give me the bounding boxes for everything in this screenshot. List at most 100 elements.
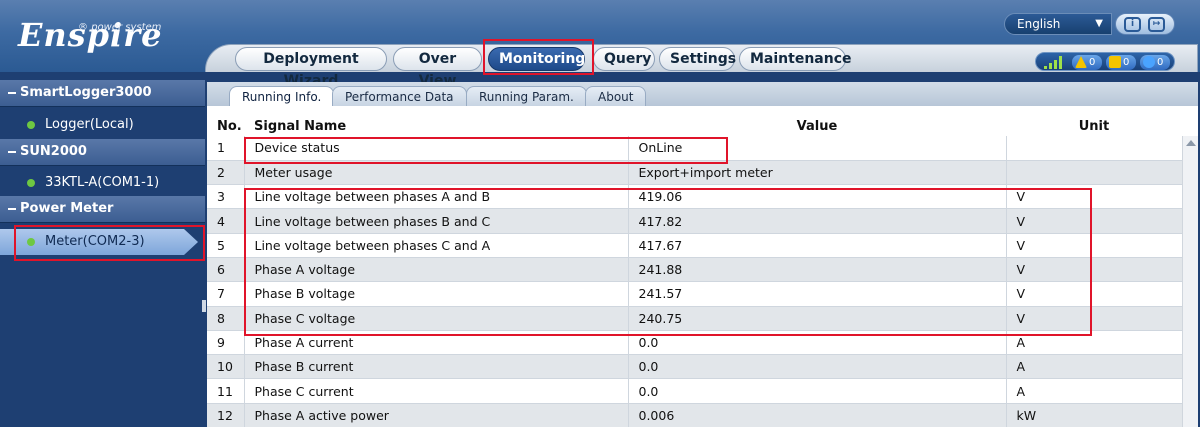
language-select-value: English xyxy=(1017,17,1061,31)
header-icon-group: i ↦ xyxy=(1115,13,1175,35)
cell-unit: V xyxy=(1006,281,1183,307)
table-row: 3 Line voltage between phases A and B 419.… xyxy=(207,184,1183,210)
table-row: 10 Phase B current 0.0 A xyxy=(207,354,1183,380)
subtab-bar: Running Info. Performance Data Running P… xyxy=(207,82,1198,106)
table-row: 6 Phase A voltage 241.88 V xyxy=(207,257,1183,283)
sidebar-item-33ktl[interactable]: 33KTL-A(COM1-1) xyxy=(0,170,205,196)
cell-unit: V xyxy=(1006,184,1183,210)
sidebar-collapse-handle[interactable] xyxy=(202,300,206,312)
tab-deployment-wizard[interactable]: Deployment Wizard xyxy=(235,47,387,89)
subtab-running-param[interactable]: Running Param. xyxy=(466,86,587,106)
language-select[interactable]: English ▼ xyxy=(1004,13,1112,35)
cell-signal-name: Line voltage between phases A and B xyxy=(244,184,629,210)
scroll-up-arrow-icon[interactable] xyxy=(1186,140,1196,146)
cell-signal-name: Line voltage between phases C and A xyxy=(244,233,629,258)
status-online-icon xyxy=(27,121,35,129)
major-alarm-indicator[interactable]: 0 xyxy=(1072,55,1102,70)
cell-signal-name: Phase B current xyxy=(244,354,629,380)
cell-unit: A xyxy=(1006,354,1183,380)
cell-value: 417.67 xyxy=(628,233,1007,258)
cell-signal-name: Meter usage xyxy=(244,160,629,186)
cell-unit: V xyxy=(1006,233,1183,258)
sidebar-group-sun2000[interactable]: SUN2000 xyxy=(0,139,205,166)
sidebar-group-smartlogger[interactable]: SmartLogger3000 xyxy=(0,80,205,107)
cell-no: 12 xyxy=(207,403,245,427)
cell-signal-name: Phase C voltage xyxy=(244,306,629,331)
cell-unit: A xyxy=(1006,330,1183,356)
tab-maintenance[interactable]: Maintenance xyxy=(739,47,852,71)
tab-monitoring[interactable]: Monitoring xyxy=(488,47,585,71)
table-header-row: No. Signal Name Value Unit xyxy=(207,116,1182,136)
cell-no: 9 xyxy=(207,330,245,356)
collapse-minus-icon xyxy=(8,91,16,94)
exclamation-icon xyxy=(1109,56,1121,68)
collapse-minus-icon xyxy=(8,150,16,153)
top-header: Enspire ® power system English ▼ i ↦ Dep… xyxy=(0,0,1200,89)
logout-icon[interactable]: ↦ xyxy=(1148,17,1165,32)
cell-signal-name: Device status xyxy=(244,136,629,161)
table-scrollbar[interactable] xyxy=(1182,136,1198,427)
sidebar-item-meter[interactable]: Meter(COM2-3) xyxy=(0,229,198,255)
info-circle-icon xyxy=(1143,56,1155,68)
cell-value: Export+import meter xyxy=(628,160,1007,186)
cell-unit: V xyxy=(1006,306,1183,331)
table-row: 11 Phase C current 0.0 A xyxy=(207,378,1183,404)
table-row: 8 Phase C voltage 240.75 V xyxy=(207,306,1183,331)
tab-over-view[interactable]: Over View xyxy=(393,47,482,89)
cell-signal-name: Phase A voltage xyxy=(244,257,629,283)
signal-strength-icon xyxy=(1044,56,1066,69)
subtab-performance-data[interactable]: Performance Data xyxy=(332,86,467,106)
cell-signal-name: Phase B voltage xyxy=(244,281,629,307)
chevron-down-icon: ▼ xyxy=(1095,18,1103,29)
cell-value: 419.06 xyxy=(628,184,1007,210)
cell-no: 7 xyxy=(207,281,245,307)
cell-unit xyxy=(1006,160,1183,186)
status-online-icon xyxy=(27,179,35,187)
sidebar-item-logger-local[interactable]: Logger(Local) xyxy=(0,112,205,138)
column-header-no: No. xyxy=(207,116,244,136)
cell-no: 4 xyxy=(207,208,245,234)
minor-alarm-indicator[interactable]: 0 xyxy=(1106,55,1136,70)
info-icon[interactable]: i xyxy=(1124,17,1141,32)
cell-signal-name: Phase C current xyxy=(244,378,629,404)
subtab-about[interactable]: About xyxy=(585,86,647,106)
cell-no: 10 xyxy=(207,354,245,380)
table-row: 9 Phase A current 0.0 A xyxy=(207,330,1183,356)
cell-value: 241.57 xyxy=(628,281,1007,307)
sidebar-group-power-meter[interactable]: Power Meter xyxy=(0,196,205,223)
cell-no: 8 xyxy=(207,306,245,331)
cell-value: 241.88 xyxy=(628,257,1007,283)
status-online-icon xyxy=(27,238,35,246)
table-row: 5 Line voltage between phases C and A 417.… xyxy=(207,233,1183,258)
cell-unit: V xyxy=(1006,257,1183,283)
table-row: 7 Phase B voltage 241.57 V xyxy=(207,281,1183,307)
tab-settings[interactable]: Settings xyxy=(659,47,736,71)
cell-value: 240.75 xyxy=(628,306,1007,331)
device-sidebar: SmartLogger3000 Logger(Local) SUN2000 33… xyxy=(0,72,205,427)
cell-signal-name: Line voltage between phases B and C xyxy=(244,208,629,234)
warning-alarm-indicator[interactable]: 0 xyxy=(1140,55,1170,70)
tab-query[interactable]: Query xyxy=(593,47,655,71)
cell-value: 0.0 xyxy=(628,378,1007,404)
table-row: 1 Device status OnLine xyxy=(207,136,1183,161)
cell-no: 6 xyxy=(207,257,245,283)
table-row: 2 Meter usage Export+import meter xyxy=(207,160,1183,186)
alarm-status-bar: 0 0 0 xyxy=(1035,52,1175,71)
cell-value: 0.006 xyxy=(628,403,1007,427)
main-panel: Running Info. Performance Data Running P… xyxy=(207,82,1198,427)
cell-unit: A xyxy=(1006,378,1183,404)
cell-unit xyxy=(1006,136,1183,161)
table-body: 1 Device status OnLine 2 Meter usage Export+i… xyxy=(207,136,1183,427)
column-header-unit: Unit xyxy=(1006,116,1182,136)
subtab-running-info[interactable]: Running Info. xyxy=(229,86,335,106)
brand-logo-subtitle: ® power system xyxy=(78,22,162,33)
cell-no: 3 xyxy=(207,184,245,210)
collapse-minus-icon xyxy=(8,207,16,210)
cell-signal-name: Phase A active power xyxy=(244,403,629,427)
running-info-table: No. Signal Name Value Unit 1 Device statu… xyxy=(207,116,1183,427)
table-row: 4 Line voltage between phases B and C 417.… xyxy=(207,208,1183,234)
cell-no: 11 xyxy=(207,378,245,404)
cell-value: 417.82 xyxy=(628,208,1007,234)
cell-unit: V xyxy=(1006,208,1183,234)
cell-no: 2 xyxy=(207,160,245,186)
